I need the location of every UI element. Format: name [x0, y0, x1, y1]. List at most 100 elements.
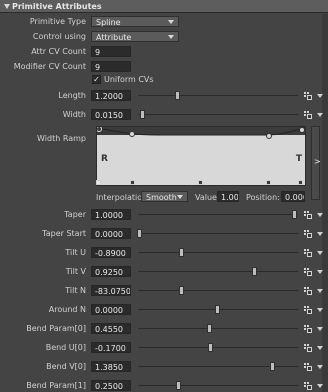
- ramp-curve: [97, 127, 305, 185]
- map-button-icon[interactable]: [304, 230, 314, 238]
- bend-param-1-slider-handle[interactable]: [176, 381, 181, 390]
- chevron-down-icon: [168, 35, 174, 39]
- map-button-icon[interactable]: [304, 325, 314, 333]
- map-button-icon[interactable]: [304, 268, 314, 276]
- options-arrow-icon[interactable]: [317, 232, 323, 236]
- collapse-arrow-icon[interactable]: [4, 4, 10, 9]
- map-button-icon[interactable]: [304, 287, 314, 295]
- bend-u-0-field[interactable]: -0.1700: [91, 342, 131, 353]
- taper-start-slider-track[interactable]: [138, 233, 298, 234]
- length-label: Length: [58, 91, 86, 100]
- taper-slider-handle[interactable]: [292, 210, 297, 219]
- ramp-marker-2[interactable]: [198, 180, 203, 185]
- map-button-icon[interactable]: [304, 92, 314, 100]
- around-n-slider-handle[interactable]: [215, 305, 220, 314]
- primitive-type-label: Primitive Type: [29, 17, 86, 26]
- length-slider-track[interactable]: [138, 95, 298, 96]
- interpolation-dropdown[interactable]: Smooth: [141, 191, 188, 202]
- tilt-u-slider-handle[interactable]: [179, 248, 184, 257]
- ramp-expand-button[interactable]: >: [311, 126, 321, 200]
- ramp-marker-row: [96, 178, 306, 186]
- ramp-point-2: [266, 133, 272, 139]
- ramp-position-field[interactable]: 0.000: [281, 191, 305, 202]
- section-header[interactable]: Primitive Attributes: [0, 0, 328, 13]
- options-arrow-icon[interactable]: [317, 346, 323, 350]
- bend-param-1-slider-track[interactable]: [138, 385, 298, 386]
- ramp-marker-1[interactable]: [130, 180, 135, 185]
- section-title: Primitive Attributes: [12, 2, 102, 11]
- tilt-v-label: Tilt V: [65, 267, 86, 276]
- bend-v-0-slider-handle[interactable]: [270, 362, 275, 371]
- modifier-cv-count-field[interactable]: 9: [91, 61, 131, 72]
- bend-v-0-field[interactable]: 1.3850: [91, 361, 131, 372]
- control-using-value: Attribute: [96, 33, 132, 42]
- control-using-dropdown[interactable]: Attribute: [91, 31, 179, 42]
- tilt-v-slider-track[interactable]: [138, 271, 298, 272]
- tilt-u-slider-track[interactable]: [138, 252, 298, 253]
- map-button-icon[interactable]: [304, 363, 314, 371]
- map-button-icon[interactable]: [304, 306, 314, 314]
- control-using-label: Control using: [32, 32, 86, 41]
- around-n-label: Around N: [48, 305, 86, 314]
- map-button-icon[interactable]: [304, 382, 314, 390]
- length-field[interactable]: 1.2000: [91, 90, 131, 101]
- primitive-type-dropdown[interactable]: Spline: [91, 16, 179, 27]
- uniform-cvs-label: Uniform CVs: [104, 75, 154, 84]
- width-slider-handle[interactable]: [140, 110, 145, 119]
- ramp-marker-3[interactable]: [266, 180, 271, 185]
- tilt-u-label: Tilt U: [65, 248, 86, 257]
- map-button-icon[interactable]: [304, 344, 314, 352]
- length-slider-handle[interactable]: [175, 91, 180, 100]
- options-arrow-icon[interactable]: [317, 308, 323, 312]
- ramp-point-1: [129, 131, 135, 137]
- options-arrow-icon[interactable]: [317, 113, 323, 117]
- tilt-n-slider-handle[interactable]: [179, 286, 184, 295]
- taper-slider-track[interactable]: [138, 214, 298, 215]
- bend-param-0-field[interactable]: 0.4550: [91, 323, 131, 334]
- options-arrow-icon[interactable]: [317, 94, 323, 98]
- width-ramp-graph[interactable]: R T: [96, 126, 306, 186]
- map-button-icon[interactable]: [304, 249, 314, 257]
- tilt-v-field[interactable]: 0.9250: [91, 266, 131, 277]
- chevron-down-icon: [168, 20, 174, 24]
- bend-param-0-slider-track[interactable]: [138, 328, 298, 329]
- scrollbar[interactable]: [322, 14, 328, 392]
- width-field[interactable]: 0.0150: [91, 109, 131, 120]
- ramp-root-letter: R: [101, 154, 108, 164]
- options-arrow-icon[interactable]: [317, 213, 323, 217]
- options-arrow-icon[interactable]: [317, 384, 323, 388]
- primitive-type-value: Spline: [96, 18, 121, 27]
- taper-start-field[interactable]: 0.0000: [91, 228, 131, 239]
- chevron-down-icon: [177, 195, 183, 199]
- ramp-marker-4[interactable]: [298, 180, 303, 185]
- bend-param-0-label: Bend Param[0]: [26, 324, 86, 333]
- tilt-n-field[interactable]: -83.0750: [91, 285, 131, 296]
- ramp-value-label: Value:: [195, 193, 220, 202]
- bend-u-0-slider-track[interactable]: [138, 347, 298, 348]
- bend-param-1-field[interactable]: 0.2500: [91, 380, 131, 391]
- around-n-field[interactable]: 0.0000: [91, 304, 131, 315]
- bend-u-0-slider-handle[interactable]: [208, 343, 213, 352]
- uniform-cvs-checkbox[interactable]: ✓: [92, 75, 101, 84]
- interpolation-value: Smooth: [146, 193, 177, 202]
- width-slider-track[interactable]: [138, 114, 298, 115]
- map-button-icon[interactable]: [304, 211, 314, 219]
- options-arrow-icon[interactable]: [317, 365, 323, 369]
- options-arrow-icon[interactable]: [317, 251, 323, 255]
- tilt-u-field[interactable]: -0.8900: [91, 247, 131, 258]
- tilt-n-slider-track[interactable]: [138, 290, 298, 291]
- attr-cv-count-field[interactable]: 9: [91, 46, 131, 57]
- bend-param-0-slider-handle[interactable]: [207, 324, 212, 333]
- options-arrow-icon[interactable]: [317, 270, 323, 274]
- ramp-point-0: [97, 127, 102, 132]
- ramp-value-field[interactable]: 1.000: [217, 191, 239, 202]
- map-button-icon[interactable]: [304, 111, 314, 119]
- taper-start-slider-handle[interactable]: [137, 229, 142, 238]
- ramp-marker-0[interactable]: [96, 180, 101, 185]
- options-arrow-icon[interactable]: [317, 289, 323, 293]
- options-arrow-icon[interactable]: [317, 327, 323, 331]
- ramp-position-label: Position:: [246, 193, 280, 202]
- bend-v-0-label: Bend V[0]: [46, 362, 86, 371]
- taper-field[interactable]: 1.0000: [91, 209, 131, 220]
- tilt-v-slider-handle[interactable]: [252, 267, 257, 276]
